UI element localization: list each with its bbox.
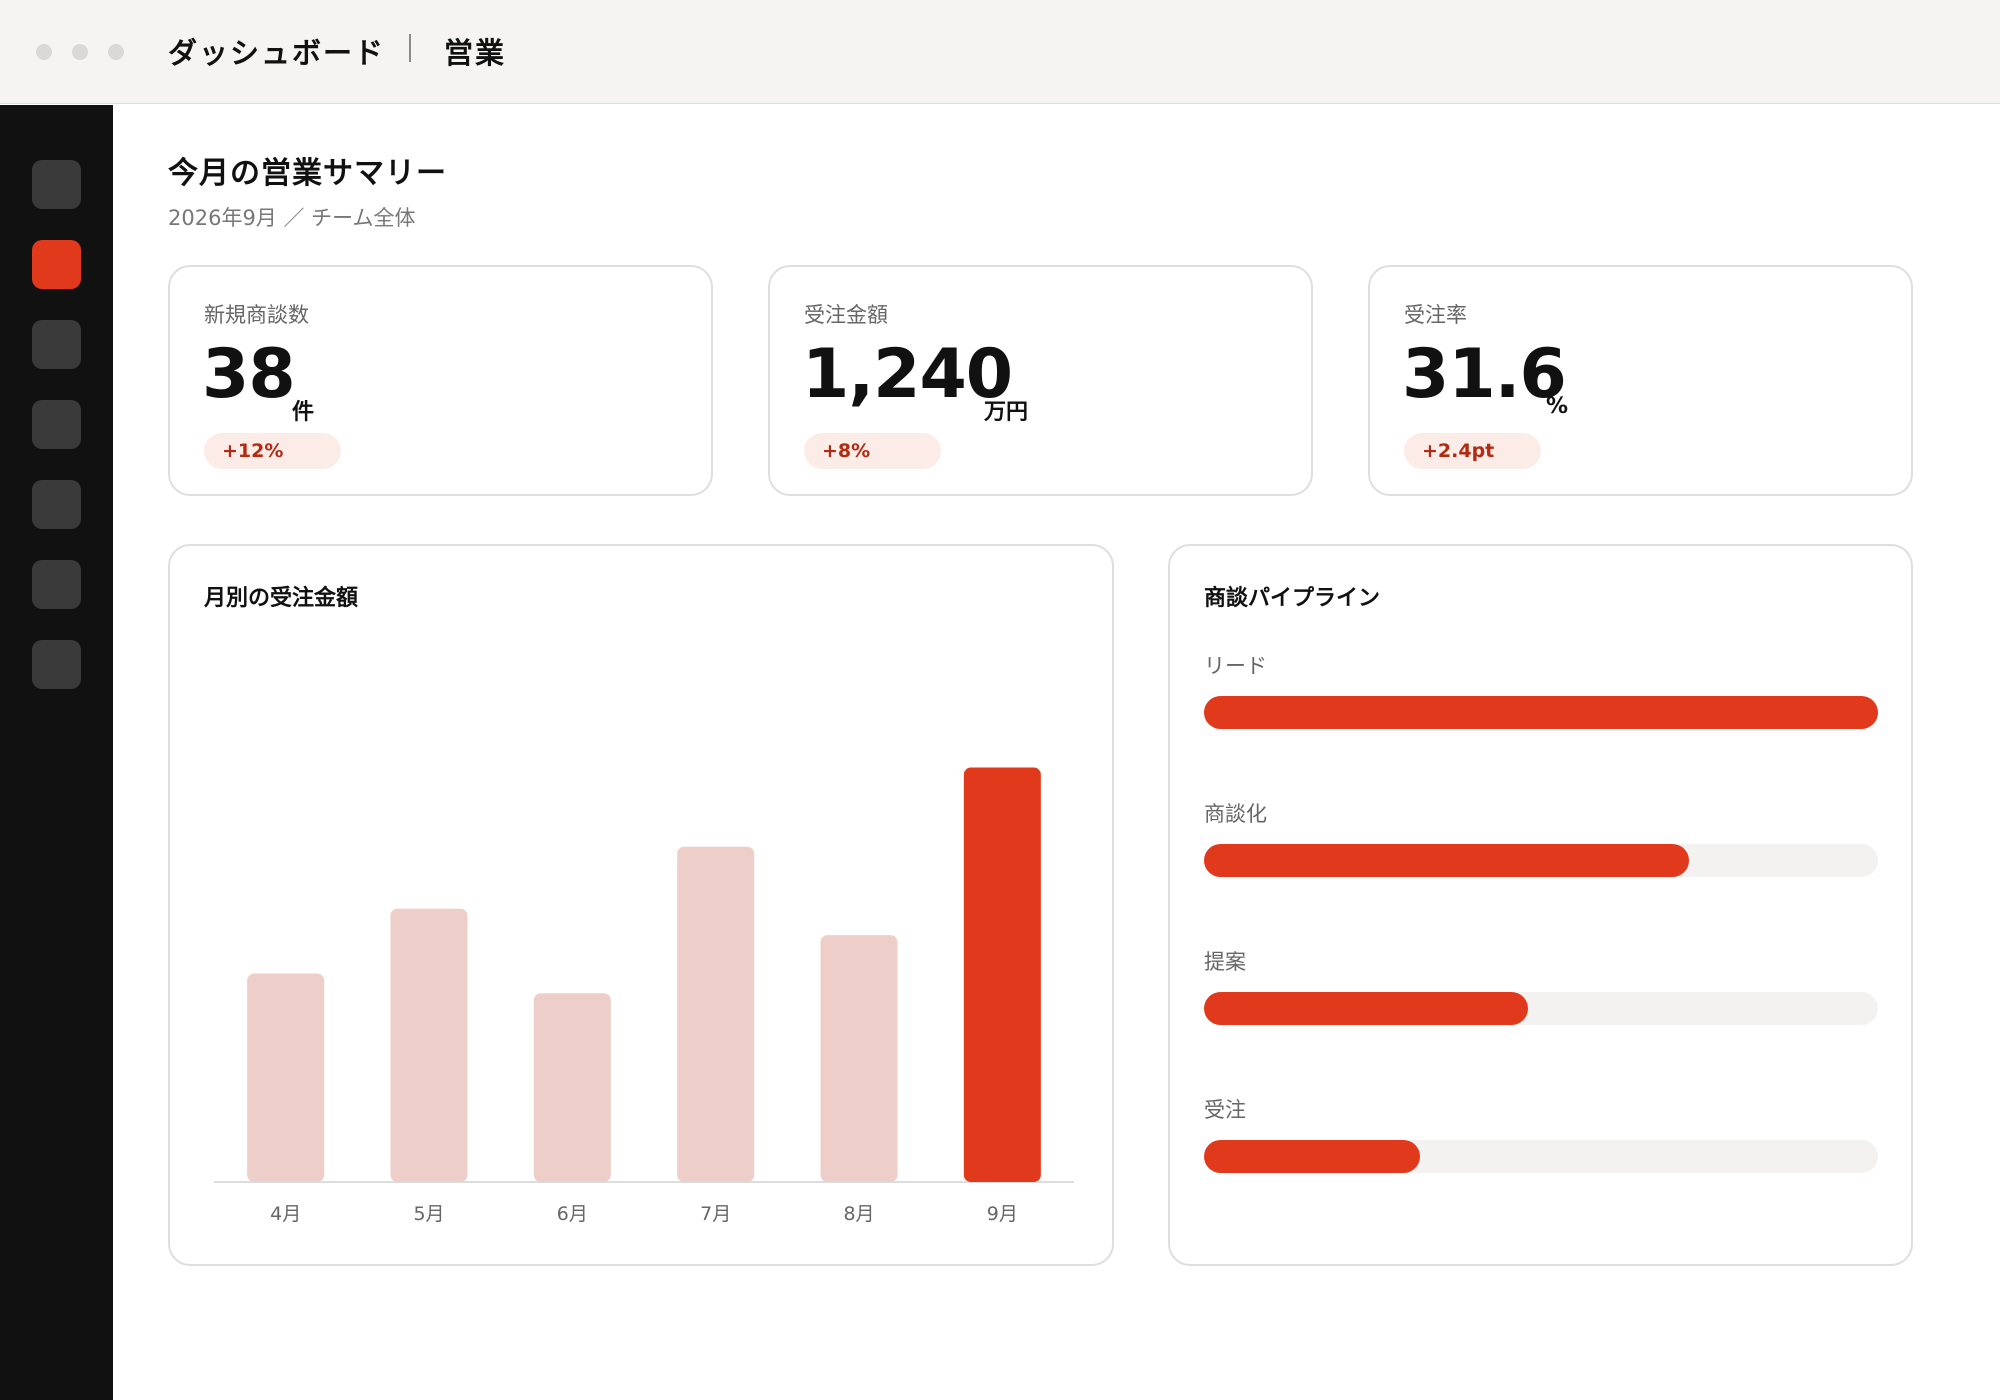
sidebar-item-7[interactable]: [32, 640, 81, 689]
window-minimize-control[interactable]: [72, 44, 88, 60]
kpi-card-new-deals[interactable]: 新規商談数 38 件 +12%: [168, 265, 713, 496]
chart-tick-label: 8月: [843, 1203, 874, 1225]
sidebar: [0, 105, 113, 1400]
stage-track-proposal: [1204, 992, 1878, 1025]
kpi-delta-badge: +8%: [804, 433, 941, 469]
monthly-orders-chart: 4月 5月 6月 7月 8月 9月: [214, 767, 1074, 1225]
page-title: 今月の営業サマリー: [168, 156, 447, 191]
stage-label-proposal: 提案: [1204, 950, 1246, 974]
monthly-orders-panel: 4月 5月 6月 7月 8月 9月 月別の受注金額: [168, 544, 1114, 1266]
sidebar-item-5[interactable]: [32, 480, 81, 529]
window-titlebar: ダッシュボード 営業: [0, 0, 2000, 104]
sidebar-item-2-active[interactable]: [32, 240, 81, 289]
kpi-unit: %: [1546, 394, 1569, 419]
sidebar-item-6[interactable]: [32, 560, 81, 609]
kpi-delta-badge: +12%: [204, 433, 341, 469]
section-title: 営業: [444, 36, 507, 70]
window-maximize-control[interactable]: [108, 44, 124, 60]
kpi-card-order-amount[interactable]: 受注金額 1,240 万円 +8%: [768, 265, 1313, 496]
stage-track-lead: [1204, 696, 1878, 729]
chart-tick-label: 7月: [700, 1203, 731, 1225]
sidebar-item-1[interactable]: [32, 160, 81, 209]
pipeline-title: 商談パイプライン: [1204, 586, 1381, 611]
kpi-value: 38: [202, 335, 296, 414]
stage-fill-proposal: [1204, 992, 1528, 1025]
stage-label-won: 受注: [1204, 1098, 1246, 1122]
kpi-card-win-rate[interactable]: 受注率 31.6 % +2.4pt: [1368, 265, 1913, 496]
stage-label-meeting: 商談化: [1204, 802, 1267, 826]
window-close-control[interactable]: [36, 44, 52, 60]
chart-bar-3[interactable]: [533, 993, 611, 1182]
chart-bar-4[interactable]: [677, 846, 755, 1182]
kpi-delta-badge: +2.4pt: [1404, 433, 1541, 469]
stage-fill-meeting: [1204, 844, 1690, 877]
stage-label-lead: リード: [1204, 654, 1267, 678]
stage-fill-won: [1204, 1140, 1420, 1173]
kpi-label: 受注金額: [804, 303, 888, 327]
stage-track-meeting: [1204, 844, 1878, 877]
chart-tick-label: 4月: [270, 1203, 301, 1225]
kpi-label: 受注率: [1404, 303, 1467, 327]
chart-tick-label: 6月: [557, 1203, 588, 1225]
pipeline-panel: 商談パイプライン リード 商談化 提案 受注: [1168, 544, 1913, 1266]
kpi-value: 1,240: [802, 335, 1013, 414]
chart-bar-5[interactable]: [820, 935, 898, 1182]
chart-tick-label: 5月: [413, 1203, 444, 1225]
app-title: ダッシュボード: [168, 36, 386, 70]
stage-fill-lead: [1204, 696, 1878, 729]
chart-bar-1[interactable]: [247, 973, 325, 1182]
sidebar-item-4[interactable]: [32, 400, 81, 449]
title-divider: [409, 34, 411, 62]
chart-bar-6[interactable]: [963, 767, 1041, 1182]
stage-track-won: [1204, 1140, 1878, 1173]
kpi-unit: 件: [292, 400, 315, 425]
sidebar-item-3[interactable]: [32, 320, 81, 369]
kpi-unit: 万円: [984, 400, 1029, 425]
chart-bar-2[interactable]: [390, 908, 468, 1182]
chart-title: 月別の受注金額: [204, 586, 359, 611]
page-subtitle: 2026年9月 ／ チーム全体: [168, 206, 416, 230]
kpi-label: 新規商談数: [204, 303, 309, 327]
chart-tick-label: 9月: [987, 1203, 1018, 1225]
kpi-value: 31.6: [1402, 335, 1567, 414]
